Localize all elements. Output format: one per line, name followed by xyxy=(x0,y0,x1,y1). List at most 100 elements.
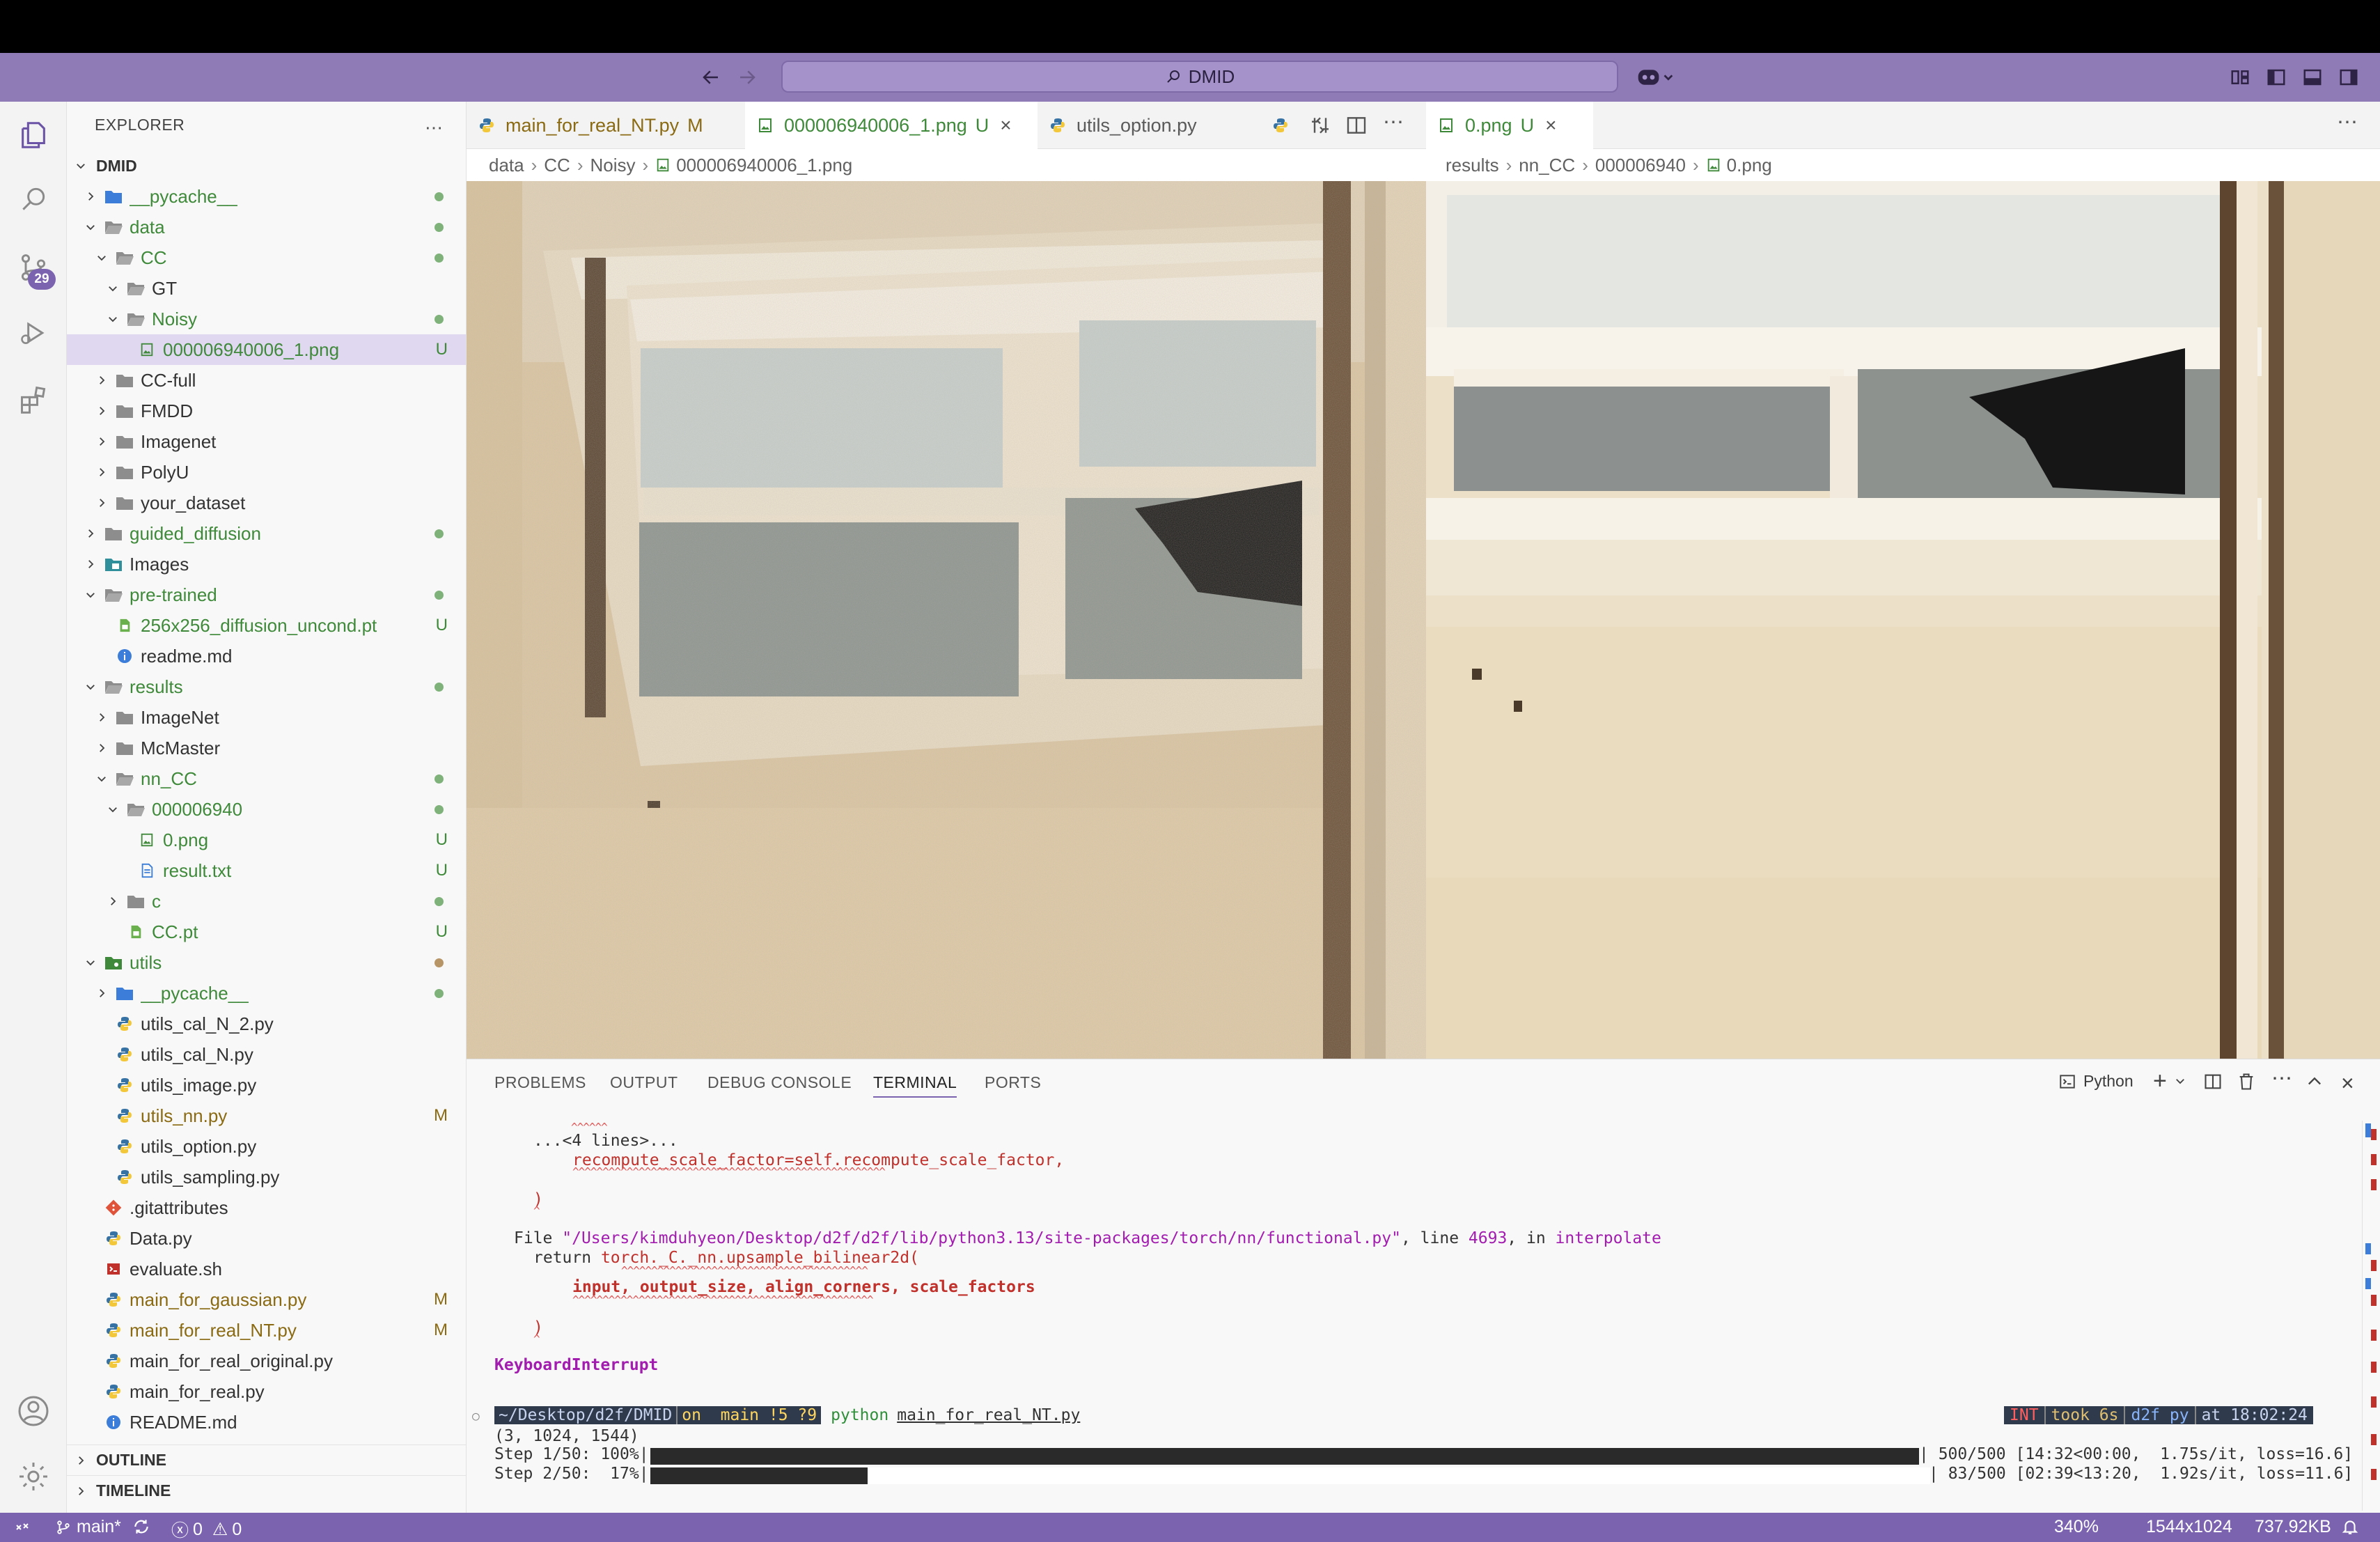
tree-item-your-dataset[interactable]: your_dataset xyxy=(67,488,466,518)
explorer-icon[interactable] xyxy=(13,114,54,156)
extensions-icon[interactable] xyxy=(13,379,54,421)
tab-problems[interactable]: PROBLEMS xyxy=(494,1073,586,1092)
tree-item-utils-image-py[interactable]: utils_image.py xyxy=(67,1070,466,1100)
problems-summary[interactable]: ⓧ 0 ⚠ 0 xyxy=(171,1517,242,1542)
tree-item-cc-full[interactable]: CC-full xyxy=(67,365,466,396)
tree-item-nn-cc[interactable]: nn_CC xyxy=(67,763,466,794)
tree-item-readme-md[interactable]: README.md xyxy=(67,1407,466,1438)
back-arrow-icon[interactable] xyxy=(700,67,721,88)
more-actions-icon[interactable]: ⋯ xyxy=(2337,110,2358,134)
breadcrumb-item[interactable]: data xyxy=(489,155,524,176)
terminal-output[interactable]: ^^^^^^ ...<4 lines>... recompute_scale_f… xyxy=(472,1121,2361,1511)
tree-item-utils[interactable]: utils xyxy=(67,947,466,978)
split-terminal-icon[interactable] xyxy=(2203,1072,2223,1091)
remote-icon[interactable] xyxy=(14,1517,31,1536)
command-center-search[interactable]: DMID xyxy=(781,61,1618,93)
toggle-secondary-sidebar-icon[interactable] xyxy=(2338,67,2359,88)
notifications-bell-icon[interactable] xyxy=(2341,1517,2359,1536)
close-tab-icon[interactable]: × xyxy=(1545,114,1556,137)
denoised-image-preview[interactable] xyxy=(1426,181,2380,1059)
breadcrumb-item[interactable]: 000006940006_1.png xyxy=(676,155,852,176)
breadcrumb-item[interactable]: nn_CC xyxy=(1519,155,1575,176)
maximize-panel-icon[interactable] xyxy=(2305,1072,2324,1091)
tree-item-polyu[interactable]: PolyU xyxy=(67,457,466,488)
split-editor-icon[interactable] xyxy=(1345,114,1368,137)
more-actions-icon[interactable]: ⋯ xyxy=(1383,110,1404,134)
breadcrumb-item[interactable]: CC xyxy=(544,155,570,176)
more-actions-icon[interactable]: ⋯ xyxy=(425,117,443,139)
tree-item-mcmaster[interactable]: McMaster xyxy=(67,733,466,763)
workspace-root[interactable]: DMID xyxy=(67,150,466,181)
tab-utils-option[interactable]: utils_option.py xyxy=(1038,102,1212,149)
copilot-icon[interactable] xyxy=(1636,65,1674,89)
breadcrumb-item[interactable]: 000006940 xyxy=(1595,155,1686,176)
tree-item-000006940[interactable]: 000006940 xyxy=(67,794,466,825)
tree-item-main-for-real-original-py[interactable]: main_for_real_original.py xyxy=(67,1346,466,1376)
tree-item-results[interactable]: results xyxy=(67,671,466,702)
open-changes-icon[interactable] xyxy=(1309,114,1331,137)
tree-item-main-for-real-nt-py[interactable]: main_for_real_NT.py M xyxy=(67,1315,466,1346)
run-debug-icon[interactable] xyxy=(13,312,54,354)
tree-item-guided-diffusion[interactable]: guided_diffusion xyxy=(67,518,466,549)
tree-item-images[interactable]: Images xyxy=(67,549,466,579)
noisy-image-preview[interactable] xyxy=(467,181,1426,1059)
new-terminal-icon[interactable]: + xyxy=(2153,1068,2167,1095)
close-tab-icon[interactable]: × xyxy=(1000,114,1011,137)
chevron-down-icon[interactable] xyxy=(2174,1075,2186,1087)
close-panel-icon[interactable]: × xyxy=(2341,1070,2354,1096)
tab-noisy-image[interactable]: 000006940006_1.png U × xyxy=(745,102,1038,149)
search-view-icon[interactable] xyxy=(13,178,54,220)
tree-item-imagenet[interactable]: ImageNet xyxy=(67,702,466,733)
tree-item-000006940006-1-png[interactable]: 000006940006_1.png U xyxy=(67,334,466,365)
tree-item-main-for-gaussian-py[interactable]: main_for_gaussian.py M xyxy=(67,1284,466,1315)
git-branch[interactable]: main* xyxy=(56,1517,121,1537)
forward-arrow-icon[interactable] xyxy=(737,67,758,88)
customize-layout-icon[interactable] xyxy=(2230,67,2250,88)
breadcrumb-item[interactable]: Noisy xyxy=(590,155,636,176)
toggle-primary-sidebar-icon[interactable] xyxy=(2266,67,2287,88)
tree-item-utils-nn-py[interactable]: utils_nn.py M xyxy=(67,1100,466,1131)
tree-item-imagenet[interactable]: Imagenet xyxy=(67,426,466,457)
toggle-panel-icon[interactable] xyxy=(2302,67,2323,88)
tab-overflow[interactable] xyxy=(1260,102,1302,149)
tree-item-readme-md[interactable]: readme.md xyxy=(67,641,466,671)
tree-item-pre-trained[interactable]: pre-trained xyxy=(67,579,466,610)
tree-item-gitattributes[interactable]: .gitattributes xyxy=(67,1192,466,1223)
tree-item-pycache[interactable]: __pycache__ xyxy=(67,181,466,212)
timeline-section[interactable]: TIMELINE xyxy=(67,1475,466,1506)
terminal-shell-selector[interactable]: Python xyxy=(2058,1072,2134,1091)
tree-item-data[interactable]: data xyxy=(67,212,466,242)
tab-ports[interactable]: PORTS xyxy=(985,1073,1041,1092)
account-icon[interactable] xyxy=(13,1390,54,1432)
breadcrumb-item[interactable]: 0.png xyxy=(1727,155,1772,176)
tree-item-noisy[interactable]: Noisy xyxy=(67,304,466,334)
tab-output[interactable]: OUTPUT xyxy=(610,1073,678,1092)
tree-item-256x256-diffusion-uncond-pt[interactable]: 256x256_diffusion_uncond.pt U xyxy=(67,610,466,641)
tree-item-main-for-real-py[interactable]: main_for_real.py xyxy=(67,1376,466,1407)
tree-item-fmdd[interactable]: FMDD xyxy=(67,396,466,426)
outline-section[interactable]: OUTLINE xyxy=(67,1444,466,1475)
tab-result-image[interactable]: 0.png U × xyxy=(1426,102,1593,149)
tree-item-cc-pt[interactable]: CC.pt U xyxy=(67,917,466,947)
tab-terminal[interactable]: TERMINAL xyxy=(873,1073,957,1098)
tree-item-0-png[interactable]: 0.png U xyxy=(67,825,466,855)
breadcrumb-item[interactable]: results xyxy=(1446,155,1499,176)
terminal-scrollbar[interactable] xyxy=(2362,1121,2377,1511)
tree-item-data-py[interactable]: Data.py xyxy=(67,1223,466,1254)
tree-item-utils-cal-n-py[interactable]: utils_cal_N.py xyxy=(67,1039,466,1070)
tree-item-utils-option-py[interactable]: utils_option.py xyxy=(67,1131,466,1162)
tree-item-evaluate-sh[interactable]: evaluate.sh xyxy=(67,1254,466,1284)
manage-gear-icon[interactable] xyxy=(13,1456,54,1497)
zoom-level[interactable]: 340% xyxy=(2054,1517,2099,1537)
tree-item-utils-cal-n-2-py[interactable]: utils_cal_N_2.py xyxy=(67,1008,466,1039)
sync-icon[interactable] xyxy=(132,1517,150,1536)
more-actions-icon[interactable]: ⋯ xyxy=(2271,1066,2292,1091)
tree-item-utils-sampling-py[interactable]: utils_sampling.py xyxy=(67,1162,466,1192)
tree-item-c[interactable]: c xyxy=(67,886,466,917)
tab-main-for-real-nt[interactable]: main_for_real_NT.py M xyxy=(467,102,745,149)
tree-item-pycache[interactable]: __pycache__ xyxy=(67,978,466,1008)
trash-icon[interactable] xyxy=(2237,1072,2256,1091)
tree-item-gt[interactable]: GT xyxy=(67,273,466,304)
tree-item-cc[interactable]: CC xyxy=(67,242,466,273)
tab-debug-console[interactable]: DEBUG CONSOLE xyxy=(707,1073,852,1092)
